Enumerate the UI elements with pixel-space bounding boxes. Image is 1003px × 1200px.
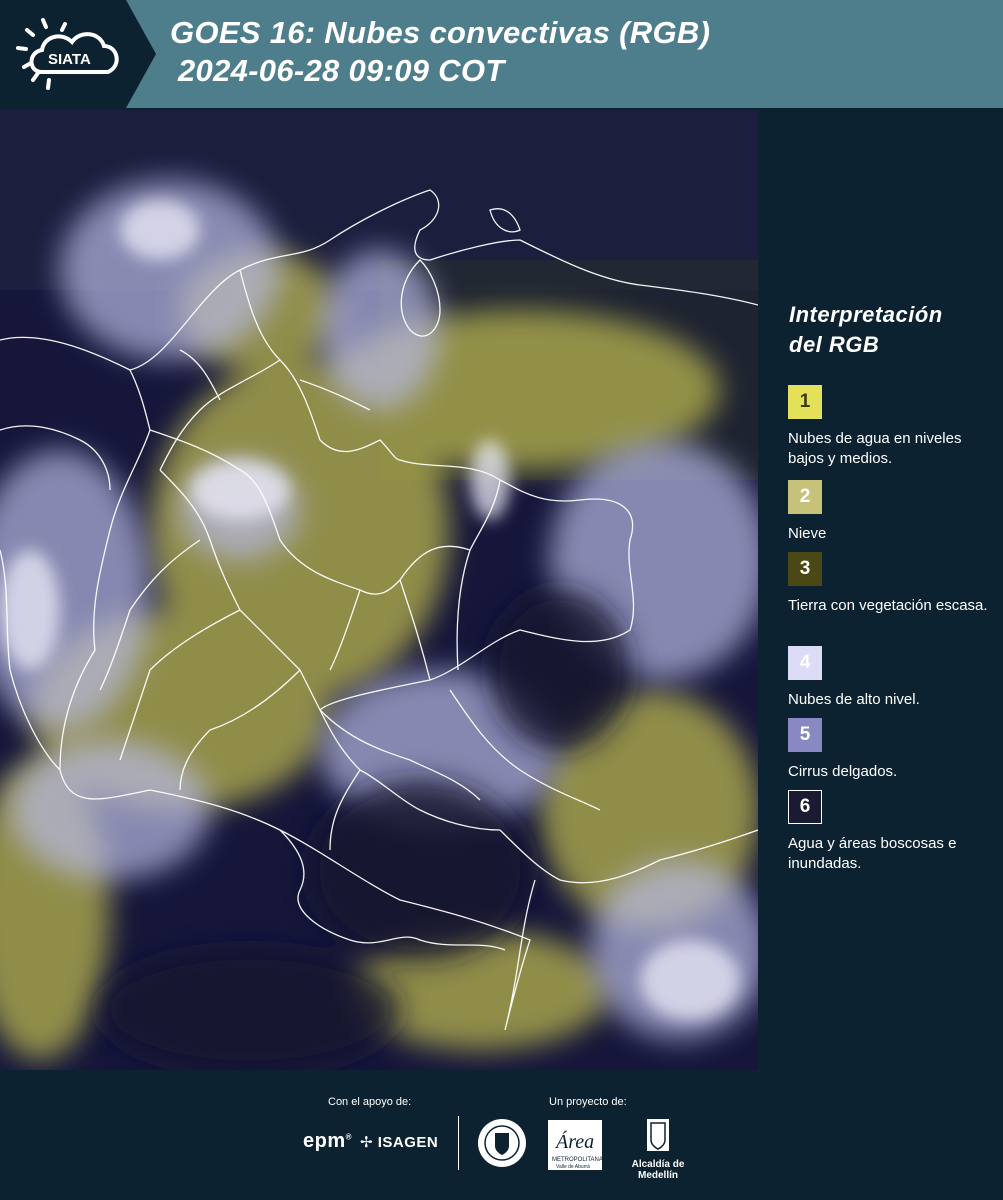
isagen-logo: ✢ ISAGEN xyxy=(360,1134,439,1151)
title-line-timestamp: 2024-06-28 09:09 COT xyxy=(178,53,505,88)
title-line-product: GOES 16: Nubes convectivas (RGB) xyxy=(170,15,711,50)
legend-item-2: 2 Nieve xyxy=(788,480,988,544)
legend-panel: Interpretación del RGB 1 Nubes de agua e… xyxy=(762,110,1003,1070)
satellite-rgb-map-icon xyxy=(0,110,758,1070)
legend-item-5: 5 Cirrus delgados. xyxy=(788,718,988,782)
alcaldia-shield-icon xyxy=(647,1119,669,1151)
legend-label: Tierra con vegetación escasa. xyxy=(788,597,988,614)
legend-swatch: 5 xyxy=(788,718,822,752)
footer: Con el apoyo de: Un proyecto de: epm® ✢ … xyxy=(0,1070,1003,1200)
siata-logo: SIATA xyxy=(0,0,160,108)
project-label: Un proyecto de: xyxy=(549,1096,627,1108)
epm-logo: epm® xyxy=(303,1130,353,1152)
legend-label: Nubes de alto nivel. xyxy=(788,691,920,708)
page-title: GOES 16: Nubes convectivas (RGB) 2024-06… xyxy=(170,14,710,90)
siata-logo-text: SIATA xyxy=(48,51,91,68)
legend-label: Agua y áreas boscosas e inundadas. xyxy=(788,835,957,872)
alcaldia-text: Alcaldía de Medellín xyxy=(631,1159,685,1181)
footer-divider xyxy=(458,1116,459,1170)
header-bar: SIATA GOES 16: Nubes convectivas (RGB) 2… xyxy=(0,0,1003,108)
isagen-icon: ✢ xyxy=(360,1134,374,1151)
legend-item-4: 4 Nubes de alto nivel. xyxy=(788,646,988,710)
legend-swatch: 4 xyxy=(788,646,822,680)
area-metropolitana-logo: Área METROPOLITANA Valle de Aburrá xyxy=(548,1120,603,1170)
legend-swatch: 2 xyxy=(788,480,822,514)
legend-swatch: 6 xyxy=(788,790,822,824)
legend-item-6: 6 Agua y áreas boscosas e inundadas. xyxy=(788,790,988,874)
legend-label: Nieve xyxy=(788,525,827,542)
alcaldia-medellin-logo: Alcaldía de Medellín xyxy=(612,1118,704,1181)
svg-text:Valle de Aburrá: Valle de Aburrá xyxy=(556,1164,590,1170)
legend-title: Interpretación del RGB xyxy=(789,300,943,360)
support-label: Con el apoyo de: xyxy=(328,1096,412,1108)
legend-title-line2: del RGB xyxy=(789,332,880,357)
legend-label: Nubes de agua en niveles bajos y medios. xyxy=(788,430,962,467)
medellin-seal-icon xyxy=(477,1118,527,1173)
legend-label: Cirrus delgados. xyxy=(788,763,898,780)
legend-title-line1: Interpretación xyxy=(789,302,943,327)
legend-swatch: 1 xyxy=(788,385,822,419)
legend-item-1: 1 Nubes de agua en niveles bajos y medio… xyxy=(788,385,988,469)
svg-text:Área: Área xyxy=(554,1130,594,1153)
legend-swatch: 3 xyxy=(788,552,822,586)
svg-text:METROPOLITANA: METROPOLITANA xyxy=(552,1157,602,1163)
legend-item-3: 3 Tierra con vegetación escasa. xyxy=(788,552,988,616)
satellite-map xyxy=(0,110,758,1070)
